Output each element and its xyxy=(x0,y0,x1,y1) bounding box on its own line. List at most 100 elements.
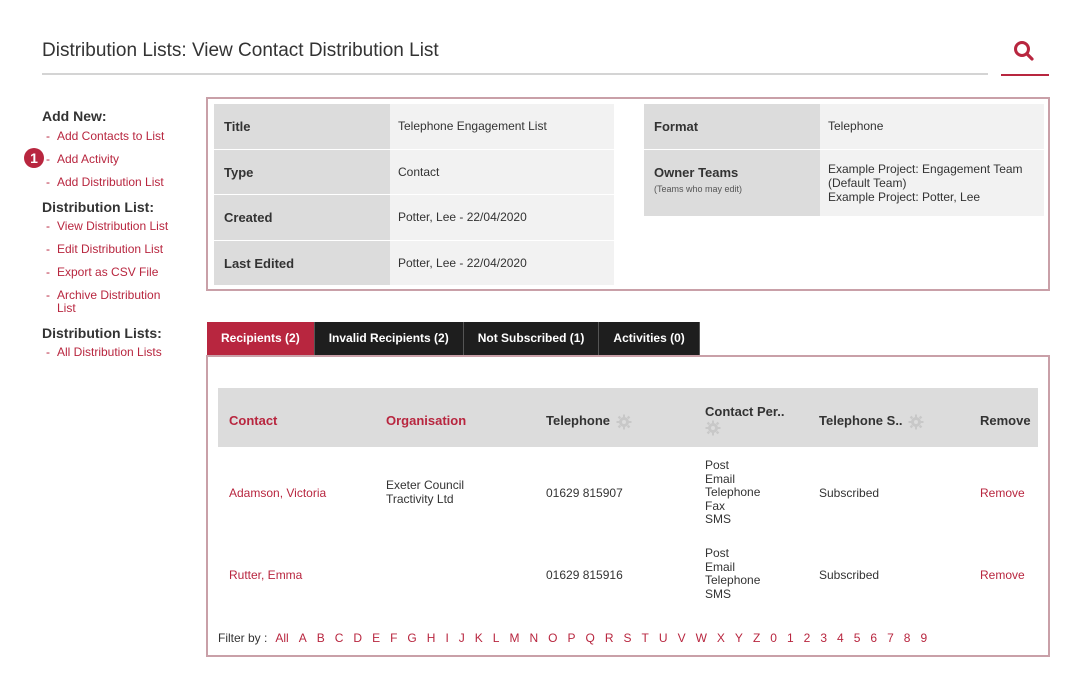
tab-activities[interactable]: Activities (0) xyxy=(599,322,700,355)
filter-letter[interactable]: A xyxy=(299,631,307,645)
sidebar-link-label[interactable]: Add Distribution List xyxy=(57,176,182,189)
filter-letter[interactable]: T xyxy=(642,631,649,645)
filter-letter[interactable]: I xyxy=(445,631,448,645)
sidebar-link-label[interactable]: All Distribution Lists xyxy=(57,346,182,359)
sidebar-heading-distribution-list: Distribution List: xyxy=(42,199,154,215)
detail-value-owner: Example Project: Engagement Team (Defaul… xyxy=(820,149,1044,216)
filter-letter[interactable]: 1 xyxy=(787,631,794,645)
column-header-contact[interactable]: Contact xyxy=(229,413,277,428)
filter-letter[interactable]: All xyxy=(275,631,288,645)
search-icon[interactable] xyxy=(1013,40,1035,62)
sidebar-link-export-csv[interactable]: - Export as CSV File xyxy=(42,266,182,279)
pref-item: SMS xyxy=(705,512,732,526)
sidebar-link-label[interactable]: Edit Distribution List xyxy=(57,243,182,256)
filter-letter[interactable]: 8 xyxy=(904,631,911,645)
filter-letter[interactable]: P xyxy=(568,631,576,645)
sidebar-link-add-contacts[interactable]: - Add Contacts to List xyxy=(42,130,182,143)
filter-letter[interactable]: 9 xyxy=(920,631,927,645)
filter-letter[interactable]: 3 xyxy=(820,631,827,645)
sidebar-link-label[interactable]: Add Activity xyxy=(57,153,182,166)
filter-letter[interactable]: 4 xyxy=(837,631,844,645)
filter-letter[interactable]: R xyxy=(605,631,614,645)
contact-link[interactable]: Adamson, Victoria xyxy=(229,486,326,500)
owner-team: Example Project: Engagement Team xyxy=(828,161,1023,176)
filter-letter[interactable]: 7 xyxy=(887,631,894,645)
pref-item: Telephone xyxy=(705,573,761,587)
detail-row-format: Format Telephone xyxy=(644,104,1044,150)
filter-letter[interactable]: J xyxy=(459,631,465,645)
filter-letter[interactable]: Q xyxy=(586,631,595,645)
filter-letter[interactable]: X xyxy=(717,631,725,645)
sidebar: 1 Add New: - Add Contacts to List - Add Ac… xyxy=(24,108,182,369)
filter-label: Filter by : xyxy=(218,631,268,645)
column-header-contact-pref[interactable]: Contact Per.. xyxy=(705,404,784,419)
remove-link[interactable]: Remove xyxy=(980,486,1025,500)
sidebar-link-all-distribution-lists[interactable]: - All Distribution Lists xyxy=(42,346,182,359)
pref-item: Fax xyxy=(705,498,726,513)
detail-label: Type xyxy=(214,149,390,194)
filter-letter[interactable]: B xyxy=(317,631,325,645)
sidebar-link-archive-distribution-list[interactable]: - Archive Distribution List xyxy=(42,289,182,315)
sidebar-link-label[interactable]: Export as CSV File xyxy=(57,266,182,279)
filter-letter[interactable]: M xyxy=(509,631,519,645)
gear-icon[interactable] xyxy=(616,414,632,430)
sidebar-link-add-distribution-list[interactable]: - Add Distribution List xyxy=(42,176,182,189)
filter-letter[interactable]: 5 xyxy=(854,631,861,645)
gear-icon[interactable] xyxy=(908,414,924,430)
filter-letter[interactable]: Y xyxy=(735,631,743,645)
filter-letter[interactable]: L xyxy=(493,631,500,645)
filter-letter[interactable]: K xyxy=(475,631,483,645)
filter-letter[interactable]: S xyxy=(624,631,632,645)
search-underline xyxy=(1001,74,1049,76)
filter-letter[interactable]: 6 xyxy=(870,631,877,645)
filter-letter[interactable]: U xyxy=(659,631,668,645)
column-header-telephone[interactable]: Telephone xyxy=(546,413,610,428)
contact-link[interactable]: Rutter, Emma xyxy=(229,568,302,582)
sidebar-heading-distribution-lists: Distribution Lists: xyxy=(42,325,162,341)
telephone-cell: 01629 815916 xyxy=(546,568,623,582)
pref-item: SMS xyxy=(705,586,732,601)
filter-letter[interactable]: W xyxy=(696,631,707,645)
page-title: Distribution Lists: View Contact Distrib… xyxy=(42,40,439,61)
filter-letter[interactable]: C xyxy=(335,631,344,645)
tab-invalid-recipients[interactable]: Invalid Recipients (2) xyxy=(314,322,464,355)
telephone-status-cell: Subscribed xyxy=(819,568,880,582)
detail-label: Title xyxy=(214,104,390,149)
sidebar-link-label[interactable]: View Distribution List xyxy=(57,220,182,233)
sidebar-heading-add-new: Add New: xyxy=(42,108,107,124)
filter-letter[interactable]: E xyxy=(372,631,380,645)
gear-icon[interactable] xyxy=(705,420,721,436)
filter-letter[interactable]: H xyxy=(427,631,436,645)
dash: - xyxy=(46,288,50,302)
dash: - xyxy=(46,265,50,279)
table-header: Contact Organisation Telephone Contact P… xyxy=(218,388,1038,447)
filter-letter[interactable]: N xyxy=(529,631,538,645)
column-header-organisation[interactable]: Organisation xyxy=(386,413,466,428)
remove-link[interactable]: Remove xyxy=(980,568,1025,582)
column-header-telephone-s[interactable]: Telephone S.. xyxy=(819,413,903,428)
sidebar-link-view-distribution-list[interactable]: - View Distribution List xyxy=(42,220,182,233)
filter-letter[interactable]: Z xyxy=(753,631,760,645)
detail-value: Potter, Lee - 22/04/2020 xyxy=(390,195,614,240)
filter-letter[interactable]: O xyxy=(548,631,557,645)
sidebar-link-label[interactable]: Archive Distribution List xyxy=(57,289,182,315)
details-grid-right: Format Telephone Owner Teams (Teams who … xyxy=(644,104,1044,217)
filter-letter[interactable]: D xyxy=(353,631,362,645)
filter-letter[interactable]: G xyxy=(407,631,416,645)
detail-label: Created xyxy=(214,195,390,240)
tab-recipients[interactable]: Recipients (2) xyxy=(207,322,315,355)
filter-letter[interactable]: 0 xyxy=(770,631,777,645)
detail-label-owner: Owner Teams (Teams who may edit) xyxy=(644,149,820,216)
filter-letter[interactable]: F xyxy=(390,631,397,645)
tab-not-subscribed[interactable]: Not Subscribed (1) xyxy=(463,322,600,355)
organisation-name: Exeter Council xyxy=(386,478,465,492)
filter-letter[interactable]: 2 xyxy=(804,631,811,645)
search-button[interactable] xyxy=(1001,36,1049,76)
telephone-cell: 01629 815907 xyxy=(546,486,623,500)
filter-letters: All A B C D E F G H I J K L M N O P Q R S T U V W X Y Z 0 1 2 3 4 5 6 7 8 9 xyxy=(275,631,937,645)
sidebar-link-edit-distribution-list[interactable]: - Edit Distribution List xyxy=(42,243,182,256)
sidebar-link-add-activity[interactable]: - Add Activity xyxy=(42,153,182,166)
sidebar-link-label[interactable]: Add Contacts to List xyxy=(57,130,182,143)
filter-letter[interactable]: V xyxy=(678,631,686,645)
column-header-remove: Remove xyxy=(980,413,1031,428)
